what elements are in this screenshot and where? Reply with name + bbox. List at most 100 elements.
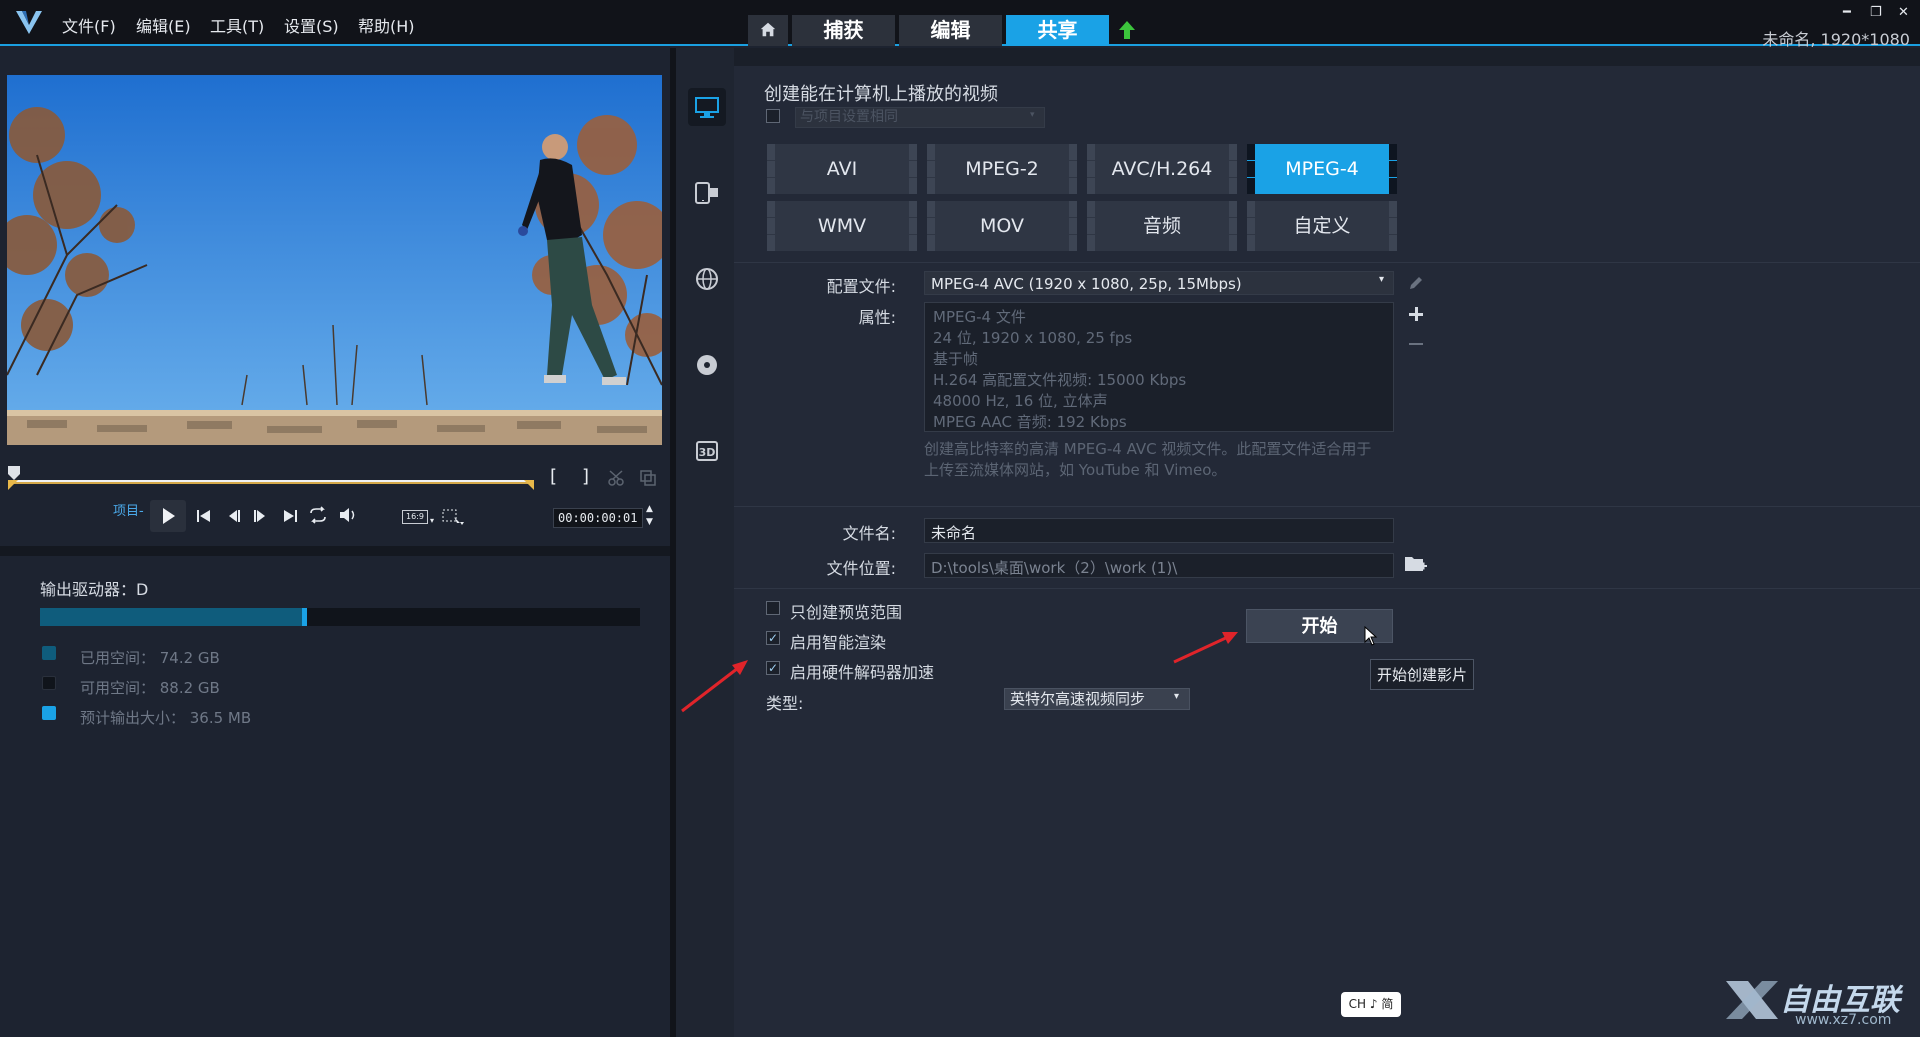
tab-capture[interactable]: 捕获: [792, 15, 895, 46]
volume-icon[interactable]: [338, 506, 358, 524]
menu-settings[interactable]: 设置(S): [284, 13, 339, 37]
profile-dropdown-arrow-icon: ▾: [1379, 274, 1385, 285]
svg-text:3D: 3D: [699, 446, 716, 459]
tab-edit[interactable]: 编辑: [899, 15, 1002, 46]
repeat-icon[interactable]: [308, 506, 328, 524]
copy-icon[interactable]: [640, 470, 656, 486]
upload-arrow-icon[interactable]: [1118, 20, 1136, 40]
property-line: MPEG AAC 音频: 192 Kbps: [933, 413, 1127, 431]
display-mode-icon[interactable]: [442, 508, 464, 526]
hw-decoder-label[interactable]: 启用硬件解码器加速: [790, 659, 934, 683]
minimize-icon[interactable]: ━: [1843, 5, 1851, 20]
scissors-icon[interactable]: [608, 470, 626, 486]
browse-folder-icon[interactable]: [1404, 554, 1428, 574]
ime-indicator[interactable]: CH ♪ 简: [1341, 992, 1401, 1017]
properties-box: MPEG-4 文件 24 位, 1920 x 1080, 25 fps 基于帧 …: [924, 302, 1394, 432]
format-wmv[interactable]: WMV: [767, 201, 917, 251]
computer-category[interactable]: [688, 88, 726, 126]
web-category[interactable]: [688, 260, 726, 298]
drive-used-fill: [40, 608, 304, 626]
start-tooltip: 开始创建影片: [1370, 659, 1475, 690]
profile-dropdown[interactable]: MPEG-4 AVC (1920 x 1080, 25p, 15Mbps): [924, 271, 1394, 295]
mark-in-bracket-icon[interactable]: [: [550, 466, 557, 487]
panel-top-strip: [734, 48, 1920, 66]
output-drive-label: 输出驱动器：D: [40, 580, 149, 599]
filename-input[interactable]: 未命名: [924, 518, 1394, 543]
same-as-project-checkbox[interactable]: [766, 109, 780, 123]
go-to-start-icon[interactable]: [196, 508, 212, 524]
format-mpeg4[interactable]: MPEG-4: [1247, 144, 1397, 194]
same-as-project-dropdown[interactable]: 与项目设置相同: [795, 107, 1045, 128]
go-to-end-icon[interactable]: [282, 508, 298, 524]
format-avi[interactable]: AVI: [767, 144, 917, 194]
property-line: 24 位, 1920 x 1080, 25 fps: [933, 329, 1133, 347]
divider-line: [734, 506, 1920, 507]
format-mov[interactable]: MOV: [927, 201, 1077, 251]
hw-decoder-checkbox[interactable]: ✓: [766, 661, 780, 675]
play-icon: [163, 508, 175, 524]
project-info: 未命名, 1920*1080: [1762, 30, 1910, 49]
property-line: MPEG-4 文件: [933, 308, 1026, 326]
aspect-ratio-button[interactable]: 16:9: [402, 510, 428, 524]
previous-frame-icon[interactable]: [226, 508, 242, 524]
add-profile-icon[interactable]: [1407, 305, 1425, 323]
file-location-label: 文件位置:: [826, 559, 896, 578]
smart-render-checkbox[interactable]: ✓: [766, 631, 780, 645]
smart-render-label[interactable]: 启用智能渲染: [790, 629, 886, 653]
legend-output-text: 预计输出大小： 36.5 MB: [80, 709, 252, 727]
legend-free-swatch: [42, 676, 56, 690]
watermark-url: www.xz7.com: [1795, 1012, 1892, 1028]
timecode-up-icon[interactable]: ▲: [646, 504, 653, 514]
preview-range-checkbox[interactable]: [766, 601, 780, 615]
filename-label: 文件名:: [842, 524, 896, 543]
type-dropdown-arrow-icon: ▾: [1174, 691, 1180, 702]
property-line: 基于帧: [933, 350, 979, 368]
home-icon: [760, 22, 776, 37]
video-preview[interactable]: [7, 75, 662, 445]
same-as-project-arrow-icon: ▾: [1030, 110, 1035, 120]
legend-free-text: 可用空间： 88.2 GB: [80, 679, 220, 697]
aspect-dropdown-icon[interactable]: ▾: [430, 516, 434, 525]
type-label: 类型:: [766, 694, 804, 713]
playback-controls: 项目- 16:9 ▾ 00:00:00:01 ▲ ▼: [0, 490, 670, 542]
edit-pencil-icon[interactable]: [1407, 274, 1425, 292]
disc-category[interactable]: [688, 346, 726, 384]
restore-icon[interactable]: ❐: [1870, 5, 1882, 20]
type-dropdown[interactable]: 英特尔高速视频同步: [1004, 688, 1190, 710]
drive-output-marker: [302, 608, 307, 626]
divider-line: [734, 262, 1920, 263]
format-avc-h264[interactable]: AVC/H.264: [1087, 144, 1237, 194]
tab-share[interactable]: 共享: [1006, 15, 1109, 46]
property-line: 48000 Hz, 16 位, 立体声: [933, 392, 1108, 410]
file-location-input[interactable]: D:\tools\桌面\work（2）\work (1)\: [924, 553, 1394, 578]
close-icon[interactable]: ✕: [1898, 5, 1909, 20]
menu-file[interactable]: 文件(F): [62, 13, 116, 37]
profile-label: 配置文件:: [826, 277, 896, 296]
project-mode-label[interactable]: 项目-: [113, 500, 144, 519]
3d-icon: 3D: [696, 441, 718, 461]
play-button[interactable]: [150, 500, 186, 532]
share-heading: 创建能在计算机上播放的视频: [764, 84, 998, 105]
legend-used-text: 已用空间： 74.2 GB: [80, 649, 220, 667]
preview-range-label[interactable]: 只创建预览范围: [790, 599, 902, 623]
format-audio[interactable]: 音频: [1087, 201, 1237, 251]
format-mpeg2[interactable]: MPEG-2: [927, 144, 1077, 194]
device-category[interactable]: [688, 174, 726, 212]
3d-category[interactable]: 3D: [688, 432, 726, 470]
next-frame-icon[interactable]: [252, 508, 268, 524]
menu-tools[interactable]: 工具(T): [210, 13, 264, 37]
mark-in-icon[interactable]: [8, 480, 18, 490]
remove-profile-icon[interactable]: [1407, 335, 1425, 353]
format-custom[interactable]: 自定义: [1247, 201, 1397, 251]
mark-out-bracket-icon[interactable]: ]: [582, 466, 589, 487]
home-tab[interactable]: [748, 15, 788, 46]
menu-edit[interactable]: 编辑(E): [136, 13, 191, 37]
properties-label: 属性:: [858, 308, 896, 327]
profile-description-2: 上传至流媒体网站，如 YouTube 和 Vimeo。: [924, 461, 1227, 479]
timecode-down-icon[interactable]: ▼: [646, 517, 653, 527]
annotation-arrow-right: [1173, 632, 1238, 664]
menu-help[interactable]: 帮助(H): [358, 13, 415, 37]
mark-out-icon[interactable]: [524, 480, 534, 490]
timecode-field[interactable]: 00:00:00:01: [553, 508, 643, 528]
timeline-scrubber[interactable]: [8, 466, 534, 490]
